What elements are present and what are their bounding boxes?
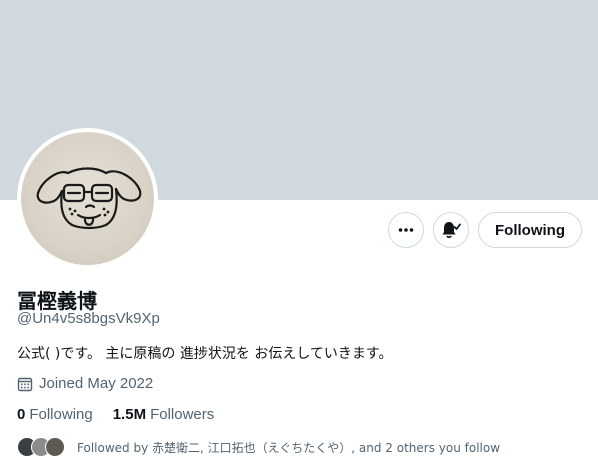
joined-date: Joined May 2022 [17, 375, 153, 392]
more-icon [398, 228, 414, 232]
follower-avatars [17, 437, 65, 457]
notifications-button[interactable] [433, 212, 470, 248]
followed-by-text: Followed by 赤楚衛二, 江口拓也（えぐちたくや）, and 2 ot… [77, 440, 501, 455]
profile-bio: 公式( )です。 主に原稿の 進捗状況を お伝えしていきます。 [17, 346, 393, 362]
dog-drawing-icon [36, 167, 141, 230]
following-count: 0 [17, 406, 26, 423]
followers-count: 1.5M [112, 406, 147, 423]
followers-label: Followers [150, 406, 215, 423]
followers-stat[interactable]: 1.5M Followers [113, 406, 215, 423]
follower-avatar [45, 437, 65, 457]
avatar-image [21, 132, 154, 265]
profile-avatar[interactable] [17, 128, 158, 269]
following-label: Following [29, 406, 93, 423]
more-button[interactable] [388, 212, 425, 248]
followed-by[interactable]: Followed by 赤楚衛二, 江口拓也（えぐちたくや）, and 2 ot… [17, 437, 500, 457]
following-stat[interactable]: 0 Following [17, 406, 93, 423]
calendar-icon [17, 377, 33, 391]
profile-handle: @Un4v5s8bgsVk9Xp [17, 310, 160, 327]
profile-actions: Following [388, 212, 582, 248]
profile-stats: 0 Following 1.5M Followers [17, 406, 214, 423]
joined-text: Joined May 2022 [39, 375, 154, 392]
following-button[interactable]: Following [478, 212, 582, 248]
bell-subscribed-icon [442, 222, 461, 238]
